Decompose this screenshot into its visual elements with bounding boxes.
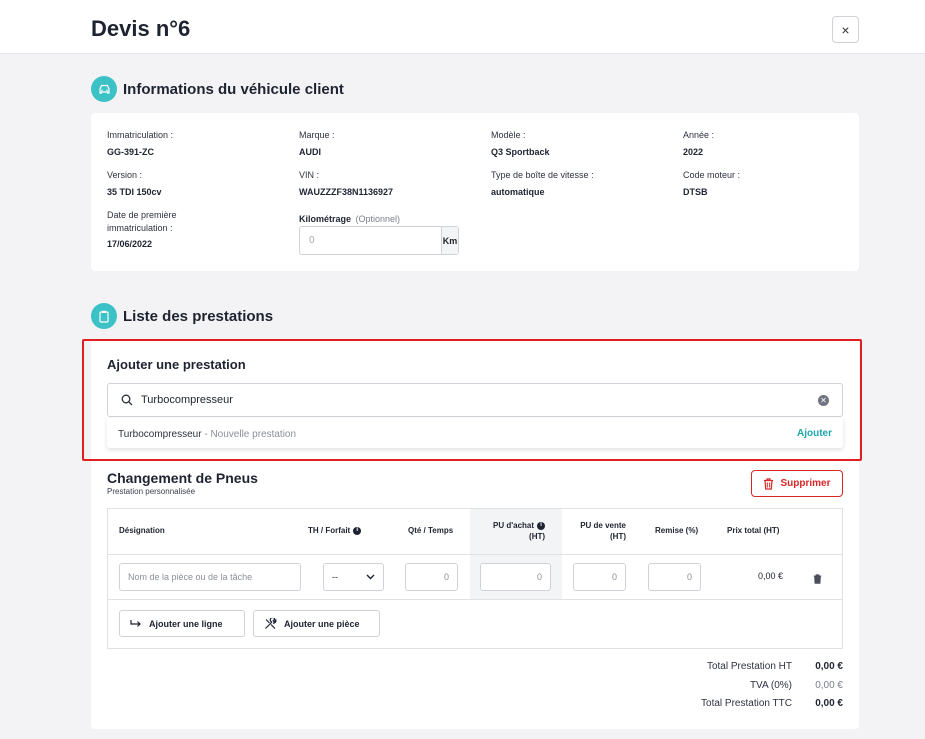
km-label: Kilométrage (Optionnel) [299,209,400,227]
km-label-text: Kilométrage [299,214,352,224]
vehicle-section-title: Informations du véhicule client [123,80,344,98]
th-prix-total: Prix total (HT) [727,526,780,535]
annee-value: 2022 [683,147,704,157]
row-total: 0,00 € [757,571,783,581]
clipboard-icon [91,303,117,329]
th-qte: Qté / Temps [408,526,454,535]
annee-label: Année : [683,130,715,140]
return-arrow-icon [130,620,141,627]
vehicle-section-heading: Informations du véhicule client [91,76,344,102]
prestations-section-title: Liste des prestations [123,307,274,325]
moteur-label: Code moteur : [683,170,741,180]
km-input[interactable] [300,227,441,254]
modele-value: Q3 Sportback [491,147,550,157]
vin-value: WAUZZZF38N1136927 [299,187,394,197]
header-divider [108,554,842,555]
designation-input[interactable] [119,563,301,591]
tva-value: 0,00 € [815,680,843,691]
highlight-box [82,339,862,461]
th-forfait-select[interactable]: -- [323,563,384,591]
add-piece-button[interactable]: Ajouter une pièce [253,610,380,637]
th-forfait-value: -- [332,572,338,582]
total-ht-label: Total Prestation HT [706,661,792,672]
pu-vente-input[interactable] [573,563,626,591]
th-pu-achat: PU d'achat i (HT) [493,520,546,542]
qte-input[interactable] [405,563,458,591]
boite-label: Type de boîte de vitesse : [491,170,594,180]
modal-header: Devis n°6 × [0,0,925,54]
th-forfait-text: TH / Forfait [308,526,351,535]
total-ttc-value: 0,00 € [815,698,843,709]
th-pu-achat-text: PU d'achat [493,521,535,530]
total-ttc-label: Total Prestation TTC [701,698,792,709]
pu-achat-input[interactable] [480,563,551,591]
marque-value: AUDI [299,147,321,157]
prestation-subtitle: Prestation personnalisée [107,487,196,496]
info-icon[interactable]: i [353,526,362,535]
th-designation: Désignation [119,526,165,535]
th-remise: Remise (%) [655,526,699,535]
add-piece-label: Ajouter une pièce [284,618,360,629]
chevron-down-icon [366,574,375,580]
add-line-label: Ajouter une ligne [149,618,223,629]
th-forfait: TH / Forfait i [308,525,362,536]
th-pu-vente-ht: (HT) [610,532,626,541]
tva-label: TVA (0%) [749,680,792,691]
remise-input[interactable] [648,563,701,591]
page-title: Devis n°6 [91,16,191,41]
total-ht-value: 0,00 € [815,661,843,672]
vin-label: VIN : [299,170,320,180]
immat-value: GG-391-ZC [107,147,155,157]
km-unit: Km [441,227,458,254]
car-icon [91,76,117,102]
prestation-table: Désignation TH / Forfait i Qté / Temps PU… [107,508,843,649]
delete-label: Supprimer [780,478,831,489]
prestations-section-heading: Liste des prestations [91,303,273,329]
info-icon[interactable]: i [537,521,546,530]
version-value: 35 TDI 150cv [107,187,162,197]
close-button[interactable]: × [832,16,859,43]
moteur-value: DTSB [683,187,708,197]
date-immat-label: Date de première immatriculation : [107,210,177,233]
add-line-button[interactable]: Ajouter une ligne [119,610,245,637]
km-field: Km [299,226,459,255]
tools-icon [265,617,277,629]
marque-label: Marque : [299,130,335,140]
trash-icon [764,477,774,490]
km-optional-text: (Optionnel) [355,214,400,224]
boite-value: automatique [491,187,545,197]
date-immat-value: 17/06/2022 [107,239,153,249]
delete-prestation-button[interactable]: Supprimer [751,470,843,497]
vehicle-info-card [91,113,859,271]
immat-label: Immatriculation : [107,130,174,140]
row-delete-icon[interactable] [813,571,822,589]
row-divider [108,599,842,600]
modele-label: Modèle : [491,130,526,140]
th-pu-vente-text: PU de vente [580,521,626,530]
th-pu-achat-ht: (HT) [529,532,546,541]
version-label: Version : [107,170,143,180]
prestation-title: Changement de Pneus [107,470,258,486]
th-pu-vente: PU de vente (HT) [575,520,626,542]
